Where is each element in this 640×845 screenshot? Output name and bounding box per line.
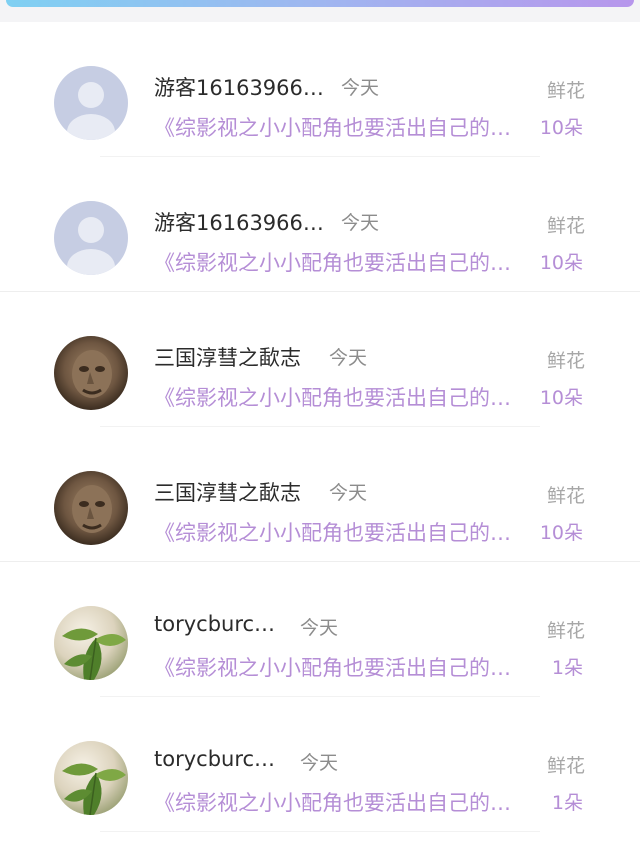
list-item[interactable]: torycburc… 今天 鲜花 《综影视之小小配角也要活出自己的… 1朵 bbox=[0, 697, 640, 832]
book-title[interactable]: 《综影视之小小配角也要活出自己的… bbox=[154, 247, 511, 277]
book-title[interactable]: 《综影视之小小配角也要活出自己的… bbox=[154, 517, 511, 547]
avatar[interactable] bbox=[54, 336, 128, 410]
user-name[interactable]: 三国淳彗之歃志 bbox=[154, 477, 301, 507]
default-person-icon bbox=[54, 201, 128, 275]
gift-amount: 1朵 bbox=[551, 657, 583, 679]
green-leaves-photo bbox=[54, 741, 128, 815]
top-header-area bbox=[0, 0, 640, 22]
avatar[interactable] bbox=[54, 201, 128, 275]
gift-time: 今天 bbox=[341, 212, 380, 234]
avatar[interactable] bbox=[54, 606, 128, 680]
gradient-header-bar bbox=[6, 0, 634, 7]
user-name[interactable]: torycburc… bbox=[154, 747, 275, 771]
green-leaves-photo bbox=[54, 606, 128, 680]
user-name[interactable]: torycburc… bbox=[154, 612, 275, 636]
book-title[interactable]: 《综影视之小小配角也要活出自己的… bbox=[154, 112, 511, 142]
list-item[interactable]: 三国淳彗之歃志 今天 鲜花 《综影视之小小配角也要活出自己的… 10朵 bbox=[0, 427, 640, 562]
gift-type-label: 鲜花 bbox=[546, 215, 585, 237]
avatar[interactable] bbox=[54, 741, 128, 815]
user-name[interactable]: 游客16163966… bbox=[154, 72, 324, 102]
statue-face-photo bbox=[54, 336, 128, 410]
statue-face-photo bbox=[54, 471, 128, 545]
gift-type-label: 鲜花 bbox=[546, 80, 585, 102]
gift-amount: 10朵 bbox=[539, 252, 583, 274]
avatar[interactable] bbox=[54, 471, 128, 545]
gift-amount: 10朵 bbox=[539, 387, 583, 409]
list-item[interactable]: torycburc… 今天 鲜花 《综影视之小小配角也要活出自己的… 1朵 bbox=[0, 562, 640, 697]
list-item[interactable]: 游客16163966… 今天 鲜花 《综影视之小小配角也要活出自己的… 10朵 bbox=[0, 157, 640, 292]
gift-type-label: 鲜花 bbox=[546, 350, 585, 372]
user-name[interactable]: 三国淳彗之歃志 bbox=[154, 342, 301, 372]
default-person-icon bbox=[54, 66, 128, 140]
gift-time: 今天 bbox=[329, 347, 368, 369]
gift-record-list[interactable]: 游客16163966… 今天 鲜花 《综影视之小小配角也要活出自己的… 10朵 … bbox=[0, 22, 640, 845]
gift-time: 今天 bbox=[341, 77, 380, 99]
gift-time: 今天 bbox=[300, 752, 339, 774]
gift-type-label: 鲜花 bbox=[546, 755, 585, 777]
avatar[interactable] bbox=[54, 66, 128, 140]
user-name[interactable]: 游客16163966… bbox=[154, 207, 324, 237]
gift-amount: 10朵 bbox=[539, 117, 583, 139]
gift-type-label: 鲜花 bbox=[546, 485, 585, 507]
gift-amount: 1朵 bbox=[551, 792, 583, 814]
gift-type-label: 鲜花 bbox=[546, 620, 585, 642]
gift-time: 今天 bbox=[329, 482, 368, 504]
list-item[interactable]: 游客16163966… 今天 鲜花 《综影视之小小配角也要活出自己的… 10朵 bbox=[0, 22, 640, 157]
book-title[interactable]: 《综影视之小小配角也要活出自己的… bbox=[154, 787, 511, 817]
book-title[interactable]: 《综影视之小小配角也要活出自己的… bbox=[154, 382, 511, 412]
divider bbox=[100, 831, 540, 832]
gift-amount: 10朵 bbox=[539, 522, 583, 544]
book-title[interactable]: 《综影视之小小配角也要活出自己的… bbox=[154, 652, 511, 682]
list-item[interactable]: 三国淳彗之歃志 今天 鲜花 《综影视之小小配角也要活出自己的… 10朵 bbox=[0, 292, 640, 427]
gift-time: 今天 bbox=[300, 617, 339, 639]
